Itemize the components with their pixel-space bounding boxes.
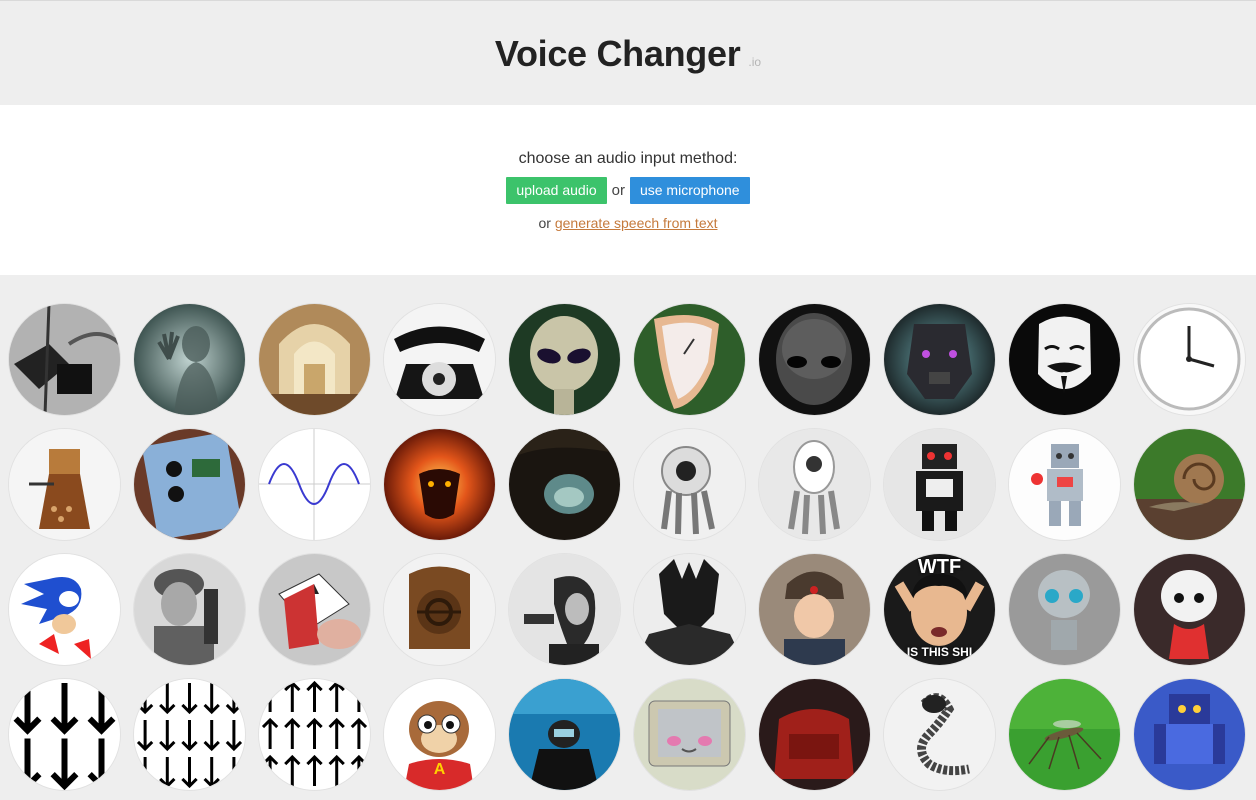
mosquito-icon: [1009, 679, 1120, 790]
voice-russian-man-button[interactable]: [759, 554, 870, 665]
audio-input-panel: choose an audio input method: upload aud…: [0, 105, 1256, 275]
voice-sonic-hedgehog-button[interactable]: [9, 554, 120, 665]
voice-snail-button[interactable]: [1134, 429, 1245, 540]
tts-prefix: or: [538, 215, 551, 231]
dark-robot-icon: [884, 304, 995, 415]
input-method-prompt: choose an audio input method:: [518, 150, 738, 167]
use-microphone-button[interactable]: use microphone: [629, 177, 750, 204]
voice-vintage-speaker-button[interactable]: [384, 554, 495, 665]
voice-small-toy-robot-button[interactable]: [1134, 554, 1245, 665]
guitar-effects-pedal-icon: [134, 429, 245, 540]
reversed-clock-icon: [1134, 304, 1245, 415]
voice-many-arrows-down-button[interactable]: [134, 679, 245, 790]
voice-scuba-diver-button[interactable]: [509, 679, 620, 790]
site-title-text: Voice Changer: [494, 33, 741, 74]
sonic-hedgehog-icon: [9, 554, 120, 665]
voice-reversed-clock-button[interactable]: [1134, 304, 1245, 415]
voice-rotary-telephone-button[interactable]: [384, 304, 495, 415]
arrows-down-icon: [9, 679, 120, 790]
voice-sine-wave-button[interactable]: [259, 429, 370, 540]
input-method-buttons: upload audio or use microphone: [506, 177, 750, 204]
voice-radio-soldier-button[interactable]: [134, 554, 245, 665]
rotary-telephone-icon: [384, 304, 495, 415]
voice-many-arrows-up-button[interactable]: [259, 679, 370, 790]
thumbnail-top-text: WTF: [917, 556, 962, 578]
old-scientist-microphone-icon: [509, 554, 620, 665]
fire-demon-icon: [384, 429, 495, 540]
melting-clock-icon: [634, 304, 745, 415]
voice-one-eyed-robot-button[interactable]: [634, 429, 745, 540]
voice-mosquito-button[interactable]: [1009, 679, 1120, 790]
radio-soldier-icon: [134, 554, 245, 665]
voice-guitar-effects-pedal-button[interactable]: [134, 429, 245, 540]
voice-toy-robot-button[interactable]: [884, 429, 995, 540]
voice-chipmunk-button[interactable]: A: [384, 679, 495, 790]
voice-old-radio-equipment-button[interactable]: [9, 304, 120, 415]
dark-lord-armor-icon: [634, 554, 745, 665]
voice-anonymous-mask-button[interactable]: [1009, 304, 1120, 415]
voice-cave-button[interactable]: [509, 429, 620, 540]
voice-robot-snake-button[interactable]: [884, 679, 995, 790]
site-title-suffix: .io: [748, 55, 762, 69]
voice-effects-grid: WTF IS THIS SHI A: [0, 275, 1256, 790]
one-eyed-robot-icon: [634, 429, 745, 540]
voice-blue-robot-button[interactable]: [1134, 679, 1245, 790]
voice-dalek-button[interactable]: [9, 429, 120, 540]
old-radio-equipment-icon: [9, 304, 120, 415]
site-header: Voice Changer .io: [0, 1, 1256, 105]
voice-jackie-wtf-meme-button[interactable]: WTF IS THIS SHI: [884, 554, 995, 665]
dalek-icon: [9, 429, 120, 540]
many-arrows-down-icon: [134, 679, 245, 790]
voice-dark-lord-armor-button[interactable]: [634, 554, 745, 665]
tts-row: or generate speech from text: [539, 215, 718, 231]
ghost-silhouette-icon: [134, 304, 245, 415]
voice-arrows-down-button[interactable]: [9, 679, 120, 790]
blue-robot-icon: [1134, 679, 1245, 790]
voice-one-eyed-robot-white-button[interactable]: [759, 429, 870, 540]
voice-ghost-silhouette-button[interactable]: [134, 304, 245, 415]
red-car-interior-icon: [759, 679, 870, 790]
thumbnail-top-text: A: [433, 761, 446, 778]
voice-melting-clock-button[interactable]: [634, 304, 745, 415]
voice-dark-alien-face-button[interactable]: [759, 304, 870, 415]
snail-icon: [1134, 429, 1245, 540]
anonymous-mask-icon: [1009, 304, 1120, 415]
generate-speech-link[interactable]: generate speech from text: [555, 215, 718, 231]
dark-alien-face-icon: [759, 304, 870, 415]
russian-man-icon: [759, 554, 870, 665]
vintage-speaker-icon: [384, 554, 495, 665]
voice-lego-robot-button[interactable]: [1009, 429, 1120, 540]
upload-audio-button[interactable]: upload audio: [506, 177, 607, 204]
voice-alien-face-button[interactable]: [509, 304, 620, 415]
small-toy-robot-icon: [1134, 554, 1245, 665]
cathedral-interior-icon: [259, 304, 370, 415]
voice-dark-robot-button[interactable]: [884, 304, 995, 415]
voice-silver-robot-button[interactable]: [1009, 554, 1120, 665]
playing-cards-icon: [259, 554, 370, 665]
sine-wave-icon: [259, 429, 370, 540]
one-eyed-robot-white-icon: [759, 429, 870, 540]
voice-playing-cards-button[interactable]: [259, 554, 370, 665]
thumbnail-bottom-text: IS THIS SHI: [906, 645, 973, 659]
voice-fire-demon-button[interactable]: [384, 429, 495, 540]
voice-red-car-interior-button[interactable]: [759, 679, 870, 790]
voice-old-scientist-microphone-button[interactable]: [509, 554, 620, 665]
or-separator: or: [611, 182, 625, 199]
many-arrows-up-icon: [259, 679, 370, 790]
alien-face-icon: [509, 304, 620, 415]
robot-snake-icon: [884, 679, 995, 790]
silver-robot-icon: [1009, 554, 1120, 665]
lego-robot-icon: [1009, 429, 1120, 540]
voice-retro-computer-face-button[interactable]: [634, 679, 745, 790]
toy-robot-icon: [884, 429, 995, 540]
voice-cathedral-interior-button[interactable]: [259, 304, 370, 415]
site-title[interactable]: Voice Changer .io: [495, 33, 761, 75]
retro-computer-face-icon: [634, 679, 745, 790]
cave-icon: [509, 429, 620, 540]
scuba-diver-icon: [509, 679, 620, 790]
